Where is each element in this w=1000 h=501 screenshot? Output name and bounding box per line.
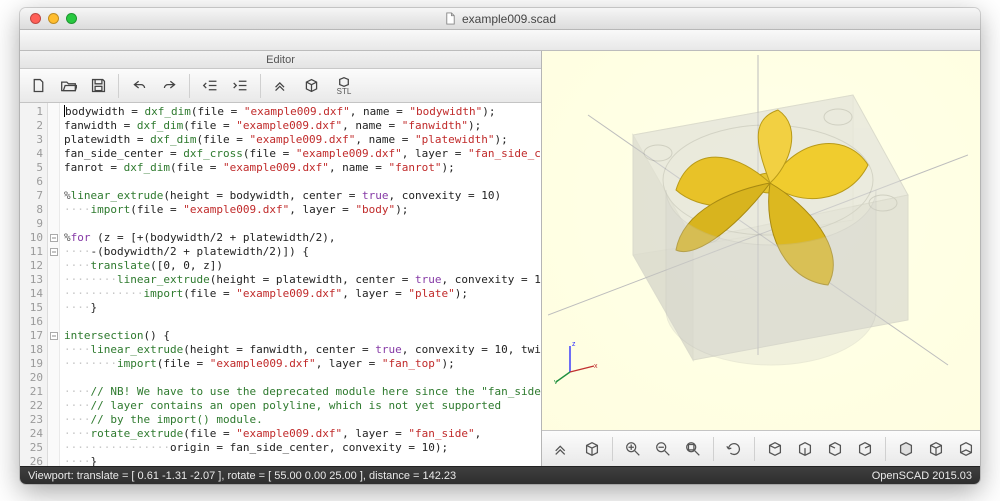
editor-caption: Editor [20, 51, 541, 69]
redo-button[interactable] [155, 73, 183, 99]
3d-viewport[interactable]: z x y [542, 51, 980, 430]
save-button[interactable] [84, 73, 112, 99]
unindent-button[interactable] [196, 73, 224, 99]
status-bar: Viewport: translate = [ 0.61 -1.31 -2.07… [20, 466, 980, 484]
titlebar: example009.scad [20, 8, 980, 30]
status-viewport-text: Viewport: translate = [ 0.61 -1.31 -2.07… [28, 470, 456, 482]
zoom-in-icon[interactable] [619, 435, 647, 463]
undo-button[interactable] [125, 73, 153, 99]
open-button[interactable] [54, 73, 82, 99]
minimize-window-button[interactable] [48, 13, 59, 24]
zoom-fit-icon[interactable] [679, 435, 707, 463]
indent-button[interactable] [226, 73, 254, 99]
axes-gizmo: z x y [554, 338, 600, 386]
close-window-button[interactable] [30, 13, 41, 24]
menu-strip [20, 30, 980, 51]
preview-icon[interactable] [548, 435, 576, 463]
preview-button[interactable] [267, 73, 295, 99]
status-version: OpenSCAD 2015.03 [872, 470, 972, 482]
code-editor[interactable]: 1234567891011121314151617181920212223242… [20, 103, 541, 466]
editor-toolbar: STL [20, 69, 541, 103]
reset-view-icon[interactable] [720, 435, 748, 463]
viewport-toolbar [542, 430, 980, 466]
window-title: example009.scad [462, 12, 556, 26]
new-button[interactable] [24, 73, 52, 99]
view-cube-5-icon[interactable] [892, 435, 920, 463]
axis-z-label: z [572, 341, 576, 348]
view-cube-7-icon[interactable] [952, 435, 980, 463]
view-cube-3-icon[interactable] [821, 435, 849, 463]
window-controls [20, 13, 77, 24]
document-icon [444, 12, 457, 25]
editor-pane: Editor STL 12 [20, 51, 542, 466]
render-icon[interactable] [578, 435, 606, 463]
render-button[interactable] [297, 73, 325, 99]
export-stl-button[interactable]: STL [327, 73, 361, 99]
model-preview [548, 55, 968, 385]
view-cube-1-icon[interactable] [761, 435, 789, 463]
zoom-window-button[interactable] [66, 13, 77, 24]
axis-x-label: x [594, 363, 598, 370]
viewport-pane: z x y [542, 51, 980, 466]
view-cube-2-icon[interactable] [791, 435, 819, 463]
zoom-out-icon[interactable] [649, 435, 677, 463]
axis-y-label: y [554, 379, 558, 384]
view-cube-6-icon[interactable] [922, 435, 950, 463]
app-window: example009.scad Editor [20, 8, 980, 484]
view-cube-4-icon[interactable] [851, 435, 879, 463]
